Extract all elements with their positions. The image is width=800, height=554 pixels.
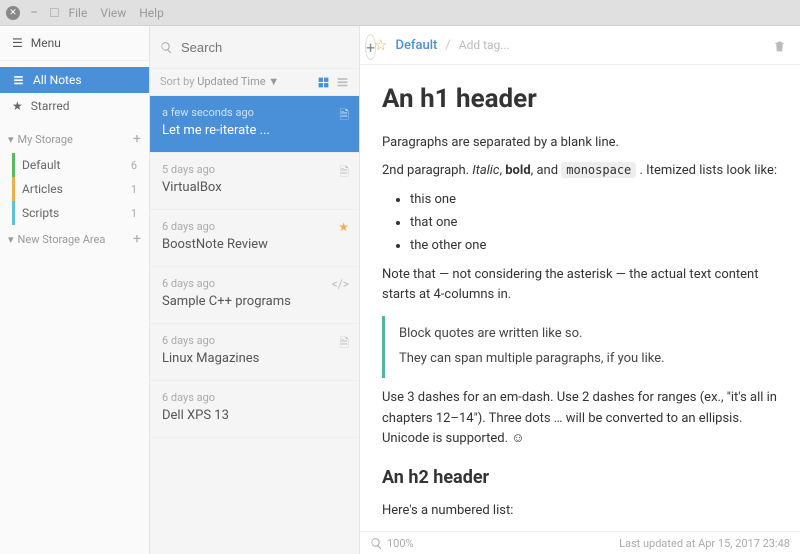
blockquote-line: Block quotes are written like so.: [399, 324, 778, 345]
menu-help[interactable]: Help: [139, 6, 164, 20]
storage-header-2[interactable]: ▾ New Storage Area +: [0, 225, 149, 253]
count: 1: [131, 207, 137, 220]
list-view-icon[interactable]: [336, 75, 349, 89]
label: Scripts: [22, 206, 59, 220]
app-menubar: File View Help: [68, 6, 173, 20]
list-item: first item: [410, 530, 778, 532]
ordered-list: first item: [410, 530, 778, 532]
separator: /: [445, 38, 450, 53]
blockquote: Block quotes are written like so. They c…: [382, 316, 778, 378]
menu-view[interactable]: View: [100, 6, 126, 20]
sort-label: Sort by: [160, 75, 194, 88]
menu-label: Menu: [31, 36, 61, 50]
folder-articles[interactable]: Articles 1: [0, 177, 149, 201]
note-title: BoostNote Review: [162, 237, 347, 252]
content-header: ☆ Default / Add tag...: [360, 26, 800, 65]
paragraph: Here's a numbered list:: [382, 501, 778, 522]
search-icon: [160, 39, 173, 55]
note-item[interactable]: 6 days ago Sample C++ programs </>: [150, 267, 359, 324]
note-title: Let me re-iterate ...: [162, 123, 347, 138]
add-folder-icon[interactable]: +: [133, 231, 141, 247]
sort-bar: Sort by Updated Time ▼: [150, 69, 359, 96]
paragraph: Use 3 dashes for an em-dash. Use 2 dashe…: [382, 388, 778, 450]
note-title: Linux Magazines: [162, 351, 347, 366]
note-time: 6 days ago: [162, 391, 347, 404]
hamburger-icon: ☰: [12, 36, 23, 50]
paragraph: Note that — not considering the asterisk…: [382, 265, 778, 307]
label: Starred: [31, 99, 70, 113]
note-title: VirtualBox: [162, 180, 347, 195]
search-bar: +: [150, 26, 359, 69]
label: My Storage: [18, 133, 73, 146]
add-folder-icon[interactable]: +: [133, 131, 141, 147]
heading-2: An h2 header: [382, 464, 778, 493]
heading-1: An h1 header: [382, 79, 778, 121]
count: 1: [131, 183, 137, 196]
unordered-list: this one that one the other one: [410, 190, 778, 256]
list-item: the other one: [410, 236, 778, 257]
notes-icon: [12, 73, 25, 87]
menu-toggle[interactable]: ☰ Menu: [0, 26, 149, 61]
note-list-column: + Sort by Updated Time ▼ a few seconds a…: [150, 26, 360, 554]
note-time: 6 days ago: [162, 334, 347, 347]
label: Default: [22, 158, 60, 172]
folder-scripts[interactable]: Scripts 1: [0, 201, 149, 225]
label: New Storage Area: [18, 233, 106, 246]
menu-file[interactable]: File: [68, 6, 87, 20]
sidebar-starred[interactable]: ★ Starred: [0, 93, 149, 119]
note-title: Dell XPS 13: [162, 408, 347, 423]
content-panel: ☆ Default / Add tag... An h1 header Para…: [360, 26, 800, 554]
grid-view-icon[interactable]: [317, 75, 330, 89]
note-item[interactable]: 6 days ago Linux Magazines🗎: [150, 324, 359, 381]
blockquote-line: They can span multiple paragraphs, if yo…: [399, 349, 778, 370]
storage-header-1[interactable]: ▾ My Storage +: [0, 125, 149, 153]
document-icon: 🗎: [339, 163, 349, 184]
star-icon: ★: [12, 99, 23, 113]
paragraph: 2nd paragraph. Italic, bold, and monospa…: [382, 161, 778, 182]
document-icon: 🗎: [339, 106, 349, 127]
note-item[interactable]: 5 days ago VirtualBox🗎: [150, 153, 359, 210]
note-time: a few seconds ago: [162, 106, 347, 119]
list-item: that one: [410, 213, 778, 234]
minimize-window-icon[interactable]: −: [28, 5, 40, 21]
chevron-down-icon: ▾: [8, 133, 14, 146]
note-list: a few seconds agoLet me re-iterate ...🗎 …: [150, 96, 359, 554]
note-title: Sample C++ programs: [162, 294, 347, 309]
maximize-window-icon[interactable]: □: [48, 4, 60, 21]
document-icon: 🗎: [339, 334, 349, 355]
list-item: this one: [410, 190, 778, 211]
count: 6: [131, 159, 137, 172]
sort-dropdown[interactable]: Updated Time ▼: [197, 75, 279, 88]
zoom-value: 100%: [387, 537, 414, 550]
label: All Notes: [33, 73, 82, 87]
close-window-icon[interactable]: ✕: [6, 6, 20, 20]
star-icon: ★: [338, 220, 349, 234]
note-time: 5 days ago: [162, 163, 347, 176]
add-tag-input[interactable]: Add tag...: [459, 38, 510, 52]
star-icon[interactable]: ☆: [374, 36, 387, 54]
folder-default[interactable]: Default 6: [0, 153, 149, 177]
code-icon: </>: [332, 277, 349, 291]
search-input[interactable]: [181, 40, 357, 55]
titlebar: ✕ − □ File View Help: [0, 0, 800, 26]
trash-icon[interactable]: [773, 36, 786, 54]
sidebar-all-notes[interactable]: All Notes: [0, 67, 149, 93]
chevron-down-icon: ▾: [8, 233, 14, 246]
note-time: 6 days ago: [162, 220, 347, 233]
note-item[interactable]: 6 days ago BoostNote Review ★: [150, 210, 359, 267]
zoom-control[interactable]: 100%: [370, 536, 414, 550]
paragraph: Paragraphs are separated by a blank line…: [382, 133, 778, 154]
zoom-icon: [370, 536, 383, 550]
folder-selector[interactable]: Default: [395, 38, 437, 53]
document-viewer[interactable]: An h1 header Paragraphs are separated by…: [360, 65, 800, 531]
label: Articles: [22, 182, 63, 196]
sidebar: ☰ Menu All Notes ★ Starred ▾ My Storage …: [0, 26, 150, 554]
status-bar: 100% Last updated at Apr 15, 2017 23:48: [360, 531, 800, 554]
note-time: 6 days ago: [162, 277, 347, 290]
last-updated: Last updated at Apr 15, 2017 23:48: [619, 537, 790, 550]
note-item[interactable]: a few seconds ago Let me re-iterate ...🗎: [150, 96, 359, 153]
note-item[interactable]: 6 days ago Dell XPS 13: [150, 381, 359, 438]
